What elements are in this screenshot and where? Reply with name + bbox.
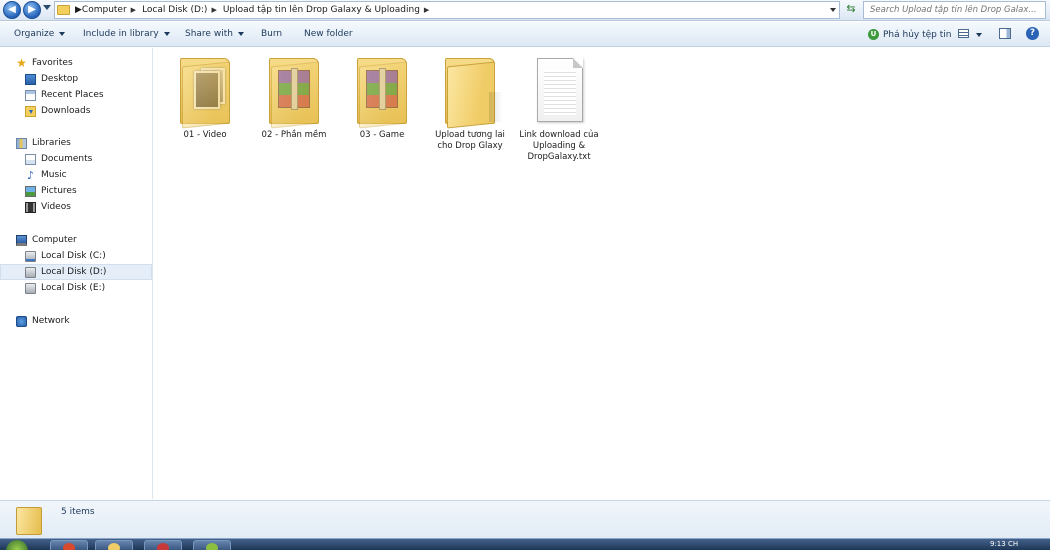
shred-icon: U — [868, 29, 879, 40]
downloads-icon — [25, 105, 36, 117]
recent-pages-dropdown[interactable] — [43, 5, 51, 10]
refresh-button[interactable]: ⇆ — [843, 1, 859, 19]
search-input[interactable] — [864, 2, 1045, 18]
file-name: Link download của Uploading & DropGalaxy… — [519, 130, 599, 162]
app-icon — [206, 543, 218, 550]
chrome-icon — [63, 543, 75, 550]
file-name: Upload tương lai cho Drop Glaxy — [435, 130, 505, 151]
help-icon[interactable]: ? — [1026, 27, 1039, 40]
file-item[interactable]: 01 - Video — [165, 56, 245, 164]
chevron-right-icon[interactable]: ▶ — [424, 6, 429, 14]
documents-icon — [25, 153, 36, 165]
file-item[interactable]: Upload tương lai cho Drop Glaxy — [430, 56, 510, 164]
chevron-down-icon — [59, 32, 66, 36]
new-folder-button[interactable]: New folder — [304, 29, 353, 39]
folder-icon — [57, 5, 70, 15]
nav-item-libraries[interactable]: Libraries — [0, 135, 152, 151]
taskbar-app-button[interactable] — [193, 540, 231, 550]
address-bar-row: ◀ ▶ ▶ Computer ▶ Local Disk (D:) ▶ Upload … — [0, 0, 1050, 21]
nav-item-network[interactable]: Network — [0, 313, 152, 329]
folder-with-photos-icon — [174, 56, 236, 129]
videos-icon — [25, 201, 36, 213]
address-history-dropdown[interactable] — [830, 8, 836, 12]
drive-icon — [25, 282, 36, 294]
folder-icon — [439, 56, 503, 129]
clock[interactable]: 9:13 CH — [990, 540, 1018, 548]
nav-item-favorites[interactable]: ★ Favorites — [0, 55, 152, 71]
nav-item-videos[interactable]: Videos — [0, 199, 152, 215]
folder-icon — [16, 507, 42, 535]
include-in-library-button[interactable]: Include in library — [83, 29, 170, 39]
change-view-icon[interactable] — [958, 29, 969, 38]
nav-item-music[interactable]: ♪ Music — [0, 167, 152, 183]
taskbar-app-button[interactable] — [144, 540, 182, 550]
organize-button[interactable]: Organize — [14, 29, 66, 39]
computer-icon — [16, 234, 27, 246]
navigation-pane: ★ Favorites Desktop Recent Places Downloa… — [0, 48, 153, 499]
file-name: 01 - Video — [183, 130, 227, 140]
item-count: 5 items — [61, 507, 95, 517]
nav-item-computer[interactable]: Computer — [0, 232, 152, 248]
start-button[interactable] — [6, 540, 28, 550]
taskbar-app-button[interactable] — [95, 540, 133, 550]
refresh-icon: ⇆ — [846, 2, 856, 15]
recent-places-icon — [25, 89, 36, 101]
arrow-left-icon: ◀ — [8, 4, 16, 15]
libraries-icon — [16, 137, 27, 149]
drive-icon — [25, 266, 36, 278]
nav-item-disk-d[interactable]: Local Disk (D:) — [0, 264, 152, 280]
network-icon — [16, 315, 27, 327]
share-with-button[interactable]: Share with — [185, 29, 244, 39]
chevron-down-icon — [163, 32, 170, 36]
app-icon — [157, 543, 169, 550]
chevron-down-icon — [237, 32, 244, 36]
chevron-right-icon[interactable]: ▶ — [131, 6, 136, 14]
file-item[interactable]: 02 - Phần mềm — [254, 56, 334, 164]
nav-item-pictures[interactable]: Pictures — [0, 183, 152, 199]
file-list[interactable]: 01 - Video 02 - Phần mềm 03 - Game Uploa… — [154, 48, 1050, 499]
nav-item-documents[interactable]: Documents — [0, 151, 152, 167]
breadcrumb-item-computer[interactable]: Computer ▶ — [82, 5, 142, 15]
file-name: 03 - Game — [359, 130, 405, 140]
preview-pane-icon[interactable] — [999, 28, 1011, 39]
arrow-right-icon: ▶ — [28, 4, 36, 15]
forward-button[interactable]: ▶ — [23, 1, 41, 19]
burn-button[interactable]: Burn — [261, 29, 282, 39]
taskbar-app-button[interactable] — [50, 540, 88, 550]
shred-file-button[interactable]: U Phá hủy tệp tin — [868, 29, 951, 40]
chevron-right-icon[interactable]: ▶ — [211, 6, 216, 14]
folder-with-archives-icon — [263, 56, 325, 129]
explorer-icon — [108, 543, 120, 550]
details-pane: 5 items — [0, 500, 1050, 538]
nav-item-disk-c[interactable]: Local Disk (C:) — [0, 248, 152, 264]
pictures-icon — [25, 185, 36, 197]
file-item[interactable]: Link download của Uploading & DropGalaxy… — [519, 56, 599, 164]
desktop-icon — [25, 73, 36, 85]
text-document-icon — [528, 56, 590, 126]
file-item[interactable]: 03 - Game — [342, 56, 422, 164]
music-icon: ♪ — [26, 168, 35, 182]
breadcrumb-item-current-folder[interactable]: Upload tập tin lên Drop Galaxy & Uploadi… — [223, 5, 435, 15]
back-button[interactable]: ◀ — [3, 1, 21, 19]
folder-with-archives-icon — [351, 56, 413, 129]
nav-item-downloads[interactable]: Downloads — [0, 103, 152, 119]
command-bar: Organize Include in library Share with B… — [0, 22, 1050, 47]
taskbar: 9:13 CH — [0, 538, 1050, 550]
nav-item-disk-e[interactable]: Local Disk (E:) — [0, 280, 152, 296]
breadcrumb: ▶ Computer ▶ Local Disk (D:) ▶ Upload tập … — [57, 2, 435, 18]
view-options-dropdown[interactable] — [976, 33, 982, 37]
address-box[interactable]: ▶ Computer ▶ Local Disk (D:) ▶ Upload tập … — [54, 1, 840, 19]
search-box[interactable] — [863, 1, 1046, 19]
star-icon: ★ — [16, 55, 27, 70]
nav-item-recent-places[interactable]: Recent Places — [0, 87, 152, 103]
breadcrumb-item-disk-d[interactable]: Local Disk (D:) ▶ — [142, 5, 223, 15]
nav-item-desktop[interactable]: Desktop — [0, 71, 152, 87]
drive-icon — [25, 250, 36, 262]
chevron-right-icon[interactable]: ▶ — [75, 5, 82, 15]
file-name: 02 - Phần mềm — [261, 130, 327, 140]
